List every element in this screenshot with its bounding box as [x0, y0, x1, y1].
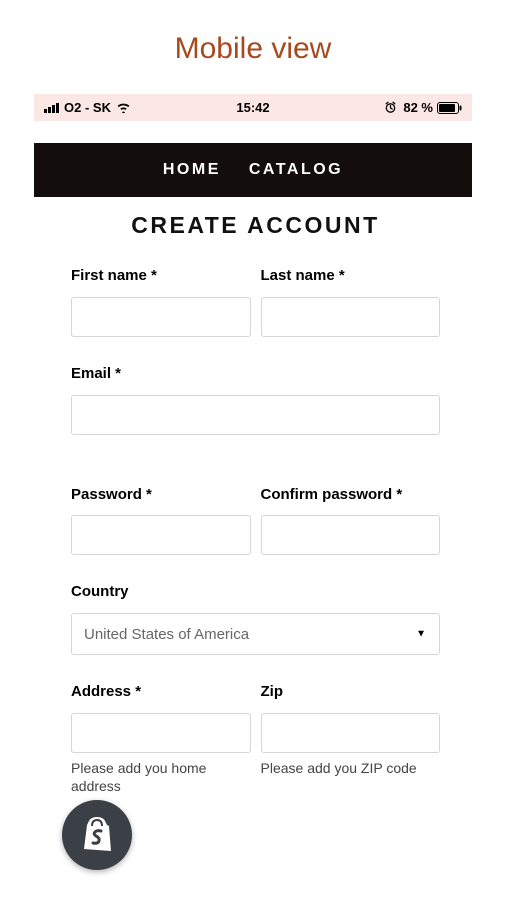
email-label: Email * — [71, 365, 440, 383]
row-name: First name * Last name * — [71, 267, 440, 337]
form-content: CREATE ACCOUNT First name * Last name * … — [34, 197, 472, 795]
address-field[interactable] — [71, 713, 251, 753]
battery-percent: 82 % — [403, 100, 433, 115]
nav-home[interactable]: HOME — [163, 161, 221, 179]
zip-label: Zip — [261, 683, 441, 701]
last-name-label: Last name * — [261, 267, 441, 285]
group-confirm-password: Confirm password * — [261, 463, 441, 555]
row-password: Password * Confirm password * — [71, 463, 440, 555]
nav-catalog[interactable]: CATALOG — [249, 161, 343, 179]
status-left: O2 - SK — [44, 100, 131, 115]
battery-icon — [437, 102, 462, 114]
address-label: Address * — [71, 683, 251, 701]
page-title: CREATE ACCOUNT — [71, 212, 440, 239]
group-password: Password * — [71, 463, 251, 555]
group-first-name: First name * — [71, 267, 251, 337]
last-name-field[interactable] — [261, 297, 441, 337]
signal-icon — [44, 103, 59, 113]
zip-field[interactable] — [261, 713, 441, 753]
country-select[interactable]: United States of America — [71, 613, 440, 655]
wifi-icon — [116, 102, 131, 113]
row-country: Country United States of America ▼ — [71, 583, 440, 655]
page-heading: Mobile view — [0, 0, 506, 94]
alarm-icon — [384, 101, 397, 114]
password-field[interactable] — [71, 515, 251, 555]
mobile-viewport: O2 - SK 15:42 82 % HOME CATALOG CREATE A… — [34, 94, 472, 795]
country-label: Country — [71, 583, 440, 601]
status-right: 82 % — [384, 100, 462, 115]
carrier-label: O2 - SK — [64, 100, 111, 115]
confirm-password-field[interactable] — [261, 515, 441, 555]
status-bar: O2 - SK 15:42 82 % — [34, 94, 472, 121]
group-email: Email * — [71, 365, 440, 435]
shopify-badge[interactable] — [62, 800, 132, 870]
group-address: Address * Please add you home address — [71, 683, 251, 795]
first-name-field[interactable] — [71, 297, 251, 337]
shopping-bag-icon — [78, 813, 116, 858]
group-country: Country United States of America ▼ — [71, 583, 440, 655]
row-address-zip: Address * Please add you home address Zi… — [71, 683, 440, 795]
navbar: HOME CATALOG — [34, 143, 472, 197]
zip-helper: Please add you ZIP code — [261, 759, 441, 777]
group-last-name: Last name * — [261, 267, 441, 337]
group-zip: Zip Please add you ZIP code — [261, 683, 441, 795]
confirm-password-label: Confirm password * — [261, 463, 441, 503]
password-label: Password * — [71, 463, 251, 503]
address-helper: Please add you home address — [71, 759, 251, 795]
first-name-label: First name * — [71, 267, 251, 285]
email-field[interactable] — [71, 395, 440, 435]
row-email: Email * — [71, 365, 440, 435]
status-time: 15:42 — [236, 100, 269, 115]
